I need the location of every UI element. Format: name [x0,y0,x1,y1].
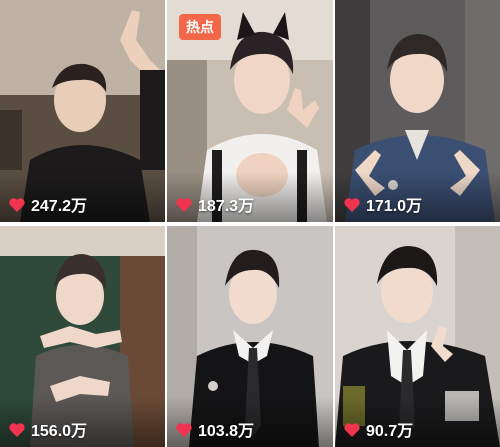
video-grid: 247.2万 热点 187.3万 171.0万 156.0万 103.8万 90… [0,0,500,447]
heart-icon [9,197,25,212]
video-card[interactable]: 171.0万 [335,0,500,222]
like-count: 187.3万 [175,192,254,216]
like-count-text: 187.3万 [198,198,255,215]
like-count-text: 90.7万 [366,423,414,440]
like-count: 156.0万 [8,417,87,441]
video-card[interactable]: 156.0万 [0,226,165,447]
like-count-text: 103.8万 [198,423,255,440]
video-card[interactable]: 103.8万 [167,226,333,447]
heart-icon [176,197,192,212]
like-count-text: 171.0万 [366,198,423,215]
like-count: 171.0万 [343,192,422,216]
heart-icon [344,422,360,437]
like-count-text: 156.0万 [31,423,88,440]
heart-icon [344,197,360,212]
video-card[interactable]: 247.2万 [0,0,165,222]
heart-icon [176,422,192,437]
video-card[interactable]: 热点 187.3万 [167,0,333,222]
like-count: 247.2万 [8,192,87,216]
video-card[interactable]: 90.7万 [335,226,500,447]
like-count: 103.8万 [175,417,254,441]
like-count: 90.7万 [343,417,413,441]
hot-badge: 热点 [179,14,221,40]
heart-icon [9,422,25,437]
like-count-text: 247.2万 [31,198,88,215]
